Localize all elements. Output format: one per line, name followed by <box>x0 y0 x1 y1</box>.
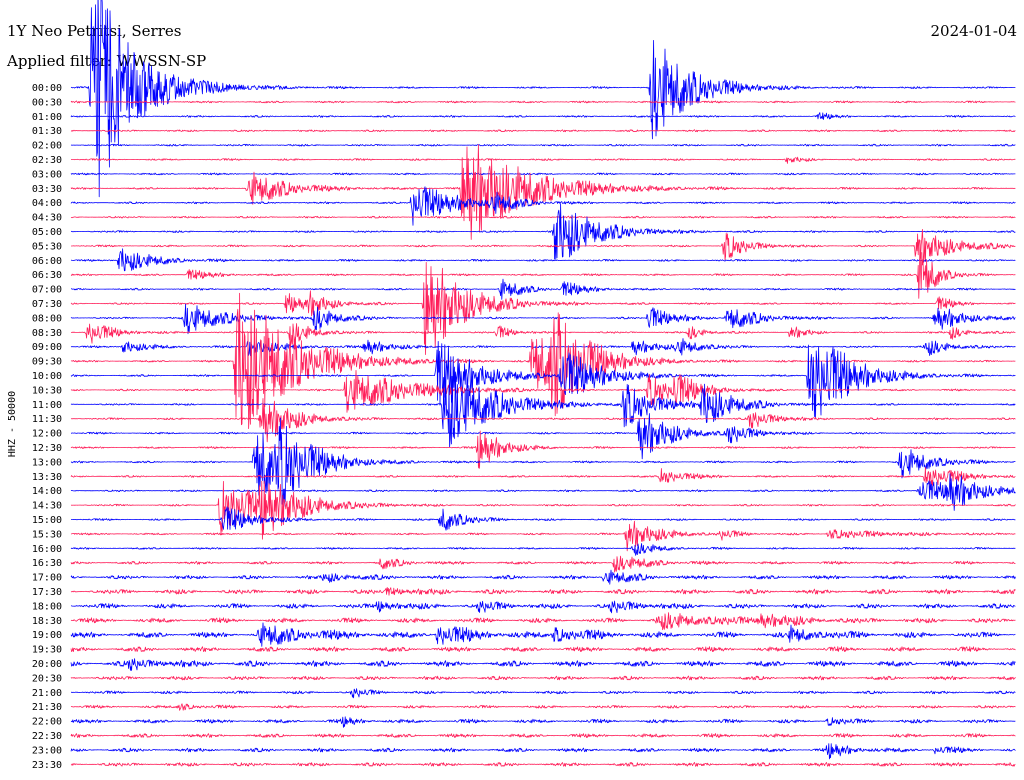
row-time-label: 01:00 <box>32 112 62 123</box>
trace-row-39 <box>70 646 1016 652</box>
trace-row-47 <box>70 762 1016 767</box>
row-time-label: 16:30 <box>32 558 62 569</box>
y-axis-label: HHZ - 50000 <box>7 391 18 457</box>
station-title: 1Y Neo Petritsi, Serres <box>7 22 181 40</box>
row-time-label: 05:30 <box>32 241 62 252</box>
trace-row-44 <box>70 716 1016 728</box>
trace-row-5 <box>70 156 1016 164</box>
trace-row-46 <box>70 743 1016 760</box>
row-time-label: 20:00 <box>32 659 62 670</box>
row-time-label: 02:30 <box>32 155 62 166</box>
row-time-label: 06:30 <box>32 270 62 281</box>
trace-row-3 <box>70 129 1016 133</box>
trace-row-12 <box>70 248 1016 272</box>
trace-row-10 <box>70 203 1016 260</box>
trace-row-22 <box>70 372 1016 448</box>
row-time-label: 11:00 <box>32 400 62 411</box>
row-time-label: 02:00 <box>32 141 62 152</box>
trace-row-17 <box>71 323 1016 347</box>
row-time-label: 04:00 <box>32 198 62 209</box>
trace-row-45 <box>70 733 1016 738</box>
row-time-label: 17:30 <box>32 587 62 598</box>
row-time-label: 00:30 <box>32 97 62 108</box>
helicorder-plot: 1Y Neo Petritsi, Serres Applied filter: … <box>6 0 1017 771</box>
row-time-label: 16:00 <box>32 544 62 555</box>
trace-row-26 <box>70 417 1016 507</box>
row-time-label: 09:30 <box>32 357 62 368</box>
date-label: 2024-01-04 <box>931 22 1017 40</box>
row-time-label: 10:00 <box>32 371 62 382</box>
row-time-label: 17:00 <box>32 573 62 584</box>
trace-row-34 <box>70 569 1016 585</box>
row-time-label: 06:00 <box>32 256 62 267</box>
row-time-label: 22:30 <box>32 731 62 742</box>
trace-row-36 <box>70 600 1016 614</box>
trace-row-31 <box>70 520 1016 552</box>
row-time-label: 03:00 <box>32 169 62 180</box>
row-time-label: 08:00 <box>32 313 62 324</box>
trace-row-24 <box>71 413 1016 460</box>
trace-row-11 <box>71 228 1016 263</box>
row-time-labels: 00:00 00:30 01:00 01:30 02:00 02:30 03:00 03:30… <box>32 83 62 771</box>
row-time-label: 19:00 <box>32 630 62 641</box>
row-time-label: 05:00 <box>32 227 62 238</box>
row-time-label: 09:00 <box>32 342 62 353</box>
trace-row-30 <box>70 506 1016 531</box>
trace-row-4 <box>70 143 1016 147</box>
row-time-label: 21:30 <box>32 702 62 713</box>
row-time-label: 04:30 <box>32 213 62 224</box>
row-time-label: 08:30 <box>32 328 62 339</box>
trace-row-18 <box>70 338 1016 357</box>
trace-row-2 <box>70 112 1016 120</box>
row-time-label: 21:00 <box>32 688 62 699</box>
trace-row-40 <box>70 658 1016 671</box>
row-time-label: 20:30 <box>32 673 62 684</box>
row-time-label: 22:00 <box>32 717 62 728</box>
trace-row-42 <box>70 688 1016 699</box>
trace-row-33 <box>70 555 1016 573</box>
trace-row-27 <box>70 467 1016 486</box>
trace-row-1 <box>70 100 1016 104</box>
row-time-label: 19:30 <box>32 645 62 656</box>
row-time-label: 13:00 <box>32 457 62 468</box>
row-time-label: 15:00 <box>32 515 62 526</box>
trace-row-9 <box>70 215 1016 219</box>
trace-row-19 <box>70 292 1016 430</box>
trace-row-32 <box>70 543 1016 556</box>
row-time-label: 15:30 <box>32 529 62 540</box>
row-time-label: 14:30 <box>32 501 62 512</box>
row-time-label: 18:00 <box>32 601 62 612</box>
trace-row-29 <box>70 480 1016 540</box>
trace-row-38 <box>70 622 1016 647</box>
trace-row-43 <box>70 703 1016 711</box>
row-time-label: 03:30 <box>32 184 62 195</box>
row-time-label: 12:30 <box>32 443 62 454</box>
trace-row-6 <box>70 172 1016 176</box>
row-time-label: 01:30 <box>32 126 62 137</box>
row-time-label: 18:30 <box>32 616 62 627</box>
row-time-label: 14:00 <box>32 486 62 497</box>
row-time-label: 13:30 <box>32 472 62 483</box>
row-time-label: 23:00 <box>32 745 62 756</box>
row-time-label: 11:30 <box>32 414 62 425</box>
row-time-label: 07:30 <box>32 299 62 310</box>
trace-row-0 <box>70 0 1016 198</box>
row-time-label: 00:00 <box>32 83 62 94</box>
row-time-label: 23:30 <box>32 760 62 771</box>
seismic-traces <box>70 0 1016 767</box>
row-time-label: 12:00 <box>32 429 62 440</box>
row-time-label: 10:30 <box>32 385 62 396</box>
trace-row-16 <box>70 303 1016 335</box>
trace-row-41 <box>70 675 1016 681</box>
trace-row-35 <box>70 587 1016 596</box>
row-time-label: 07:00 <box>32 285 62 296</box>
trace-row-37 <box>70 612 1016 631</box>
trace-row-14 <box>71 278 1016 300</box>
